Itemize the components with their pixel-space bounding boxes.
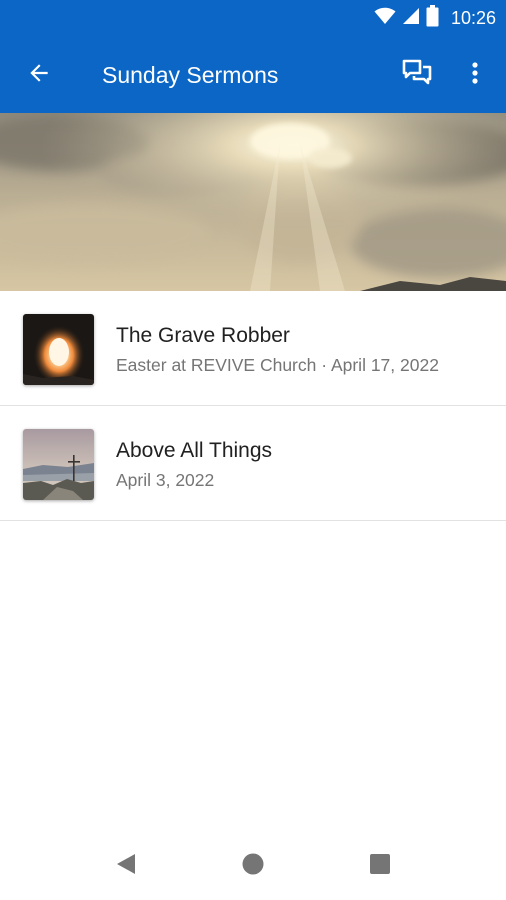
status-bar: 10:26: [0, 0, 506, 36]
back-triangle-icon: [115, 852, 137, 881]
battery-icon: [426, 4, 439, 32]
nav-recents-button[interactable]: [366, 852, 394, 880]
sermon-title: Above All Things: [116, 439, 273, 462]
more-vert-icon: [471, 61, 479, 90]
sermon-subtitle: April 3, 2022: [116, 470, 215, 490]
sermon-thumbnail: [23, 429, 94, 500]
app-bar: Sunday Sermons: [0, 36, 506, 113]
page-title: Sunday Sermons: [102, 62, 279, 88]
list-item[interactable]: Above All Things April 3, 2022: [0, 406, 506, 521]
home-circle-icon: [241, 852, 265, 881]
nav-back-button[interactable]: [112, 852, 140, 880]
hero-banner-image: [0, 113, 506, 291]
nav-home-button[interactable]: [239, 852, 267, 880]
sermon-thumbnail: [23, 314, 94, 385]
more-options-button[interactable]: [460, 58, 490, 92]
chat-icon: [402, 59, 432, 92]
sermon-title: The Grave Robber: [116, 324, 290, 347]
cell-signal-icon: [402, 7, 420, 30]
wifi-icon: [374, 7, 396, 30]
sermon-subtitle: Easter at REVIVE Church · April 17, 2022: [116, 355, 439, 375]
chat-button[interactable]: [398, 58, 436, 92]
status-icons: 10:26: [374, 0, 496, 36]
status-time: 10:26: [450, 7, 496, 28]
list-item[interactable]: The Grave Robber Easter at REVIVE Church…: [0, 291, 506, 406]
back-button[interactable]: [22, 58, 56, 92]
back-arrow-icon: [26, 60, 52, 91]
sermon-list: The Grave Robber Easter at REVIVE Church…: [0, 291, 506, 521]
system-nav-bar: [0, 830, 506, 900]
recents-square-icon: [369, 853, 391, 880]
